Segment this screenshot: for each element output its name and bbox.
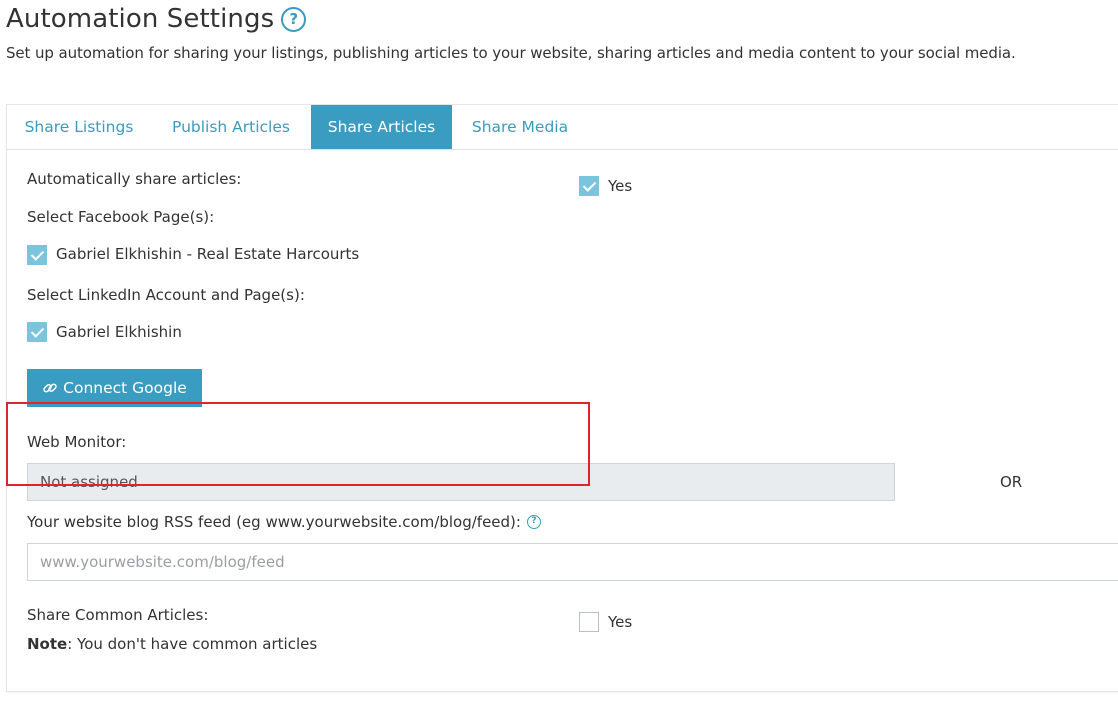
facebook-pages-label: Select Facebook Page(s): bbox=[27, 208, 215, 226]
tab-share-media[interactable]: Share Media bbox=[452, 105, 588, 149]
web-monitor-label: Web Monitor: bbox=[27, 433, 127, 451]
tab-share-listings[interactable]: Share Listings bbox=[7, 105, 151, 149]
linkedin-label: Select LinkedIn Account and Page(s): bbox=[27, 286, 305, 304]
or-divider: OR bbox=[1000, 473, 1023, 491]
link-icon bbox=[43, 383, 57, 393]
note-text: : You don't have common articles bbox=[67, 635, 318, 653]
tab-share-articles[interactable]: Share Articles bbox=[311, 105, 452, 149]
share-common-yes-label: Yes bbox=[608, 613, 633, 631]
web-monitor-field: Not assigned bbox=[27, 463, 895, 501]
rss-feed-label: Your website blog RSS feed (eg www.yourw… bbox=[27, 513, 541, 531]
rss-feed-input[interactable] bbox=[27, 543, 1118, 581]
page-title-text: Automation Settings bbox=[6, 4, 275, 34]
tab-bar: Share Listings Publish Articles Share Ar… bbox=[7, 105, 1118, 150]
rss-help-icon[interactable]: ? bbox=[526, 514, 541, 529]
auto-share-label: Automatically share articles: bbox=[27, 170, 242, 188]
linkedin-account-name: Gabriel Elkhishin bbox=[56, 323, 182, 341]
page-title: Automation Settings ? bbox=[6, 4, 307, 34]
help-icon[interactable]: ? bbox=[281, 6, 307, 32]
common-articles-note: Note: You don't have common articles bbox=[27, 635, 317, 653]
connect-google-label: Connect Google bbox=[63, 379, 187, 397]
auto-share-checkbox[interactable] bbox=[579, 176, 599, 196]
share-common-checkbox[interactable] bbox=[579, 612, 599, 632]
facebook-page-name: Gabriel Elkhishin - Real Estate Harcourt… bbox=[56, 245, 360, 263]
linkedin-account-checkbox[interactable] bbox=[27, 322, 47, 342]
auto-share-yes-label: Yes bbox=[608, 177, 633, 195]
automation-panel: Share Listings Publish Articles Share Ar… bbox=[6, 104, 1118, 692]
tab-publish-articles[interactable]: Publish Articles bbox=[151, 105, 311, 149]
rss-feed-label-text: Your website blog RSS feed (eg www.yourw… bbox=[27, 513, 521, 531]
note-bold: Note bbox=[27, 635, 68, 653]
facebook-page-checkbox[interactable] bbox=[27, 245, 47, 265]
page-subtitle: Set up automation for sharing your listi… bbox=[6, 44, 1016, 62]
connect-google-button[interactable]: Connect Google bbox=[27, 369, 202, 407]
share-common-label: Share Common Articles: bbox=[27, 606, 209, 624]
